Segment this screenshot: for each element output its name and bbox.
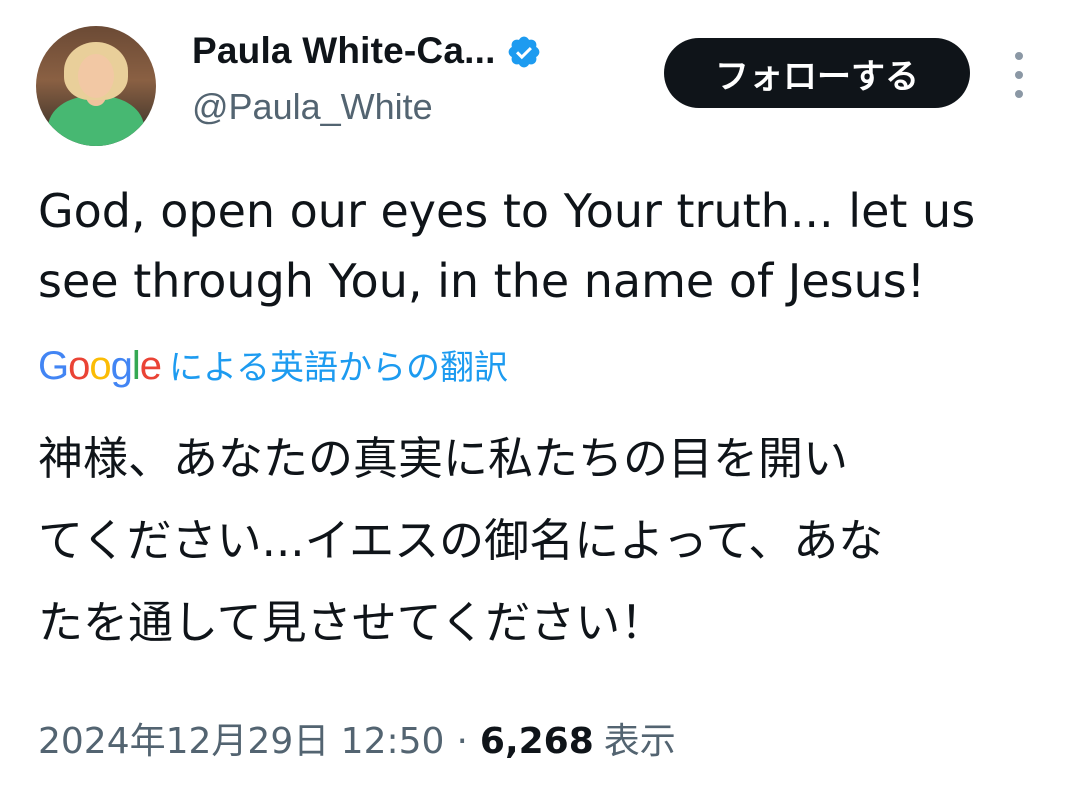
- more-options-dot: [1015, 90, 1023, 98]
- translation-label[interactable]: による英語からの翻訳: [169, 340, 508, 389]
- views-label: 表示: [603, 721, 676, 762]
- author-name-row: Paula White-Ca...: [192, 30, 542, 72]
- more-options-dot: [1015, 52, 1023, 60]
- verified-badge-icon: [508, 36, 539, 68]
- tweet-meta: 2024年12月29日 12:50 · 6,268 表示: [38, 712, 676, 764]
- google-logo-letter: o: [89, 344, 111, 388]
- translation-attribution[interactable]: Google による英語からの翻訳: [38, 340, 508, 389]
- translated-tweet-text: 神様、あなたの真実に私たちの目を開い てください...イエスの御名によって、あな…: [38, 432, 884, 649]
- google-logo-letter: e: [139, 344, 162, 388]
- tweet-timestamp[interactable]: 2024年12月29日 12:50: [38, 712, 444, 764]
- google-logo-letter: l: [131, 344, 141, 388]
- views-count: 6,268: [479, 721, 594, 762]
- more-options-dot: [1015, 71, 1023, 79]
- google-logo-letter: G: [38, 344, 69, 388]
- google-logo-letter: o: [68, 344, 90, 388]
- follow-button[interactable]: フォローする: [664, 38, 970, 108]
- more-options-icon[interactable]: [1006, 52, 1032, 98]
- meta-separator: ·: [456, 721, 468, 762]
- avatar-face: [78, 54, 114, 98]
- google-logo: Google: [38, 344, 162, 389]
- avatar[interactable]: [36, 26, 156, 146]
- tweet-text: God, open our eyes to Your truth... let …: [38, 184, 976, 308]
- author-handle[interactable]: @Paula_White: [192, 86, 433, 128]
- author-display-name[interactable]: Paula White-Ca...: [192, 30, 496, 72]
- google-logo-letter: g: [110, 344, 133, 388]
